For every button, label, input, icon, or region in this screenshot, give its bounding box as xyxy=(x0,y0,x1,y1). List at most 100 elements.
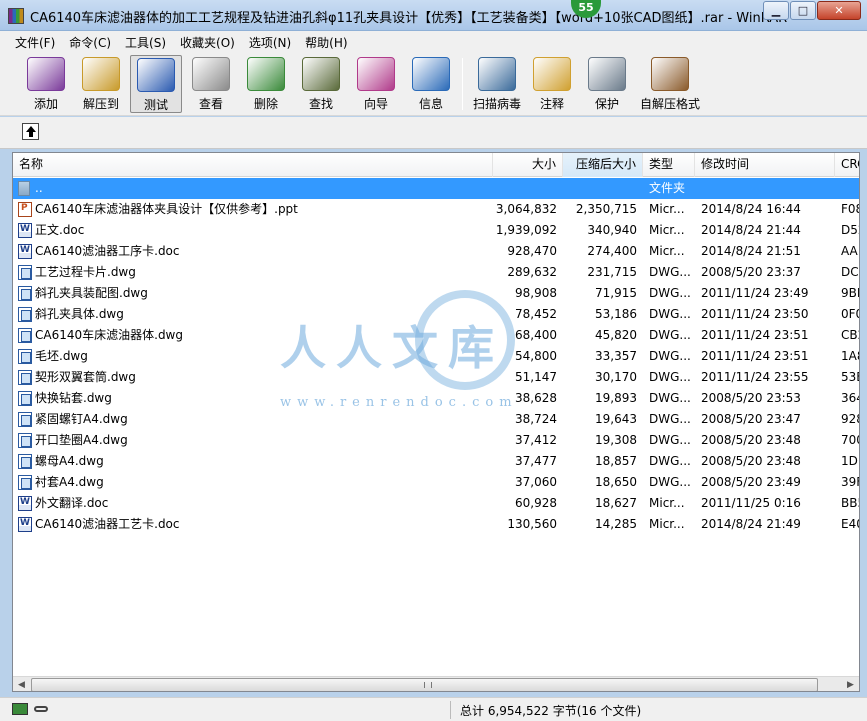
close-button[interactable]: ✕ xyxy=(817,1,861,20)
file-row[interactable]: CA6140滤油器工艺卡.doc 130,560 14,285 Micr... 2014… xyxy=(13,514,859,535)
file-modified: 2008/5/20 23:49 xyxy=(701,475,801,489)
file-row[interactable]: 正文.doc 1,939,092 340,940 Micr... 2014/8/24 2… xyxy=(13,220,859,241)
file-row[interactable]: 契形双翼套筒.dwg 51,147 30,170 DWG... 2011/11/24 2… xyxy=(13,367,859,388)
up-folder-icon[interactable] xyxy=(22,123,39,140)
column-packed-size[interactable]: 压缩后大小 xyxy=(563,153,643,177)
file-modified: 2011/11/25 0:16 xyxy=(701,496,801,510)
folder-icon xyxy=(18,181,30,196)
file-packed-size: 33,357 xyxy=(595,349,637,363)
info-icon xyxy=(412,57,450,91)
file-name: CA6140车床滤油器体夹具设计【仅供参考】.ppt xyxy=(35,202,298,216)
column-crc[interactable]: CRC xyxy=(835,153,859,177)
file-row[interactable]: CA6140车床滤油器体夹具设计【仅供参考】.ppt 3,064,832 2,350… xyxy=(13,199,859,220)
toolbar-button-extract-to[interactable]: 解压到 xyxy=(75,55,127,113)
file-row[interactable]: 外文翻译.doc 60,928 18,627 Micr... 2011/11/25 0:… xyxy=(13,493,859,514)
file-size: 289,632 xyxy=(507,265,557,279)
file-row[interactable]: 斜孔夹具体.dwg 78,452 53,186 DWG... 2011/11/24 23… xyxy=(13,304,859,325)
file-size: 68,400 xyxy=(515,328,557,342)
horizontal-scrollbar[interactable]: ◀ ▶ xyxy=(13,676,859,691)
file-crc: 928 xyxy=(841,412,859,426)
ppt-file-icon xyxy=(18,202,32,217)
file-row[interactable]: CA6140车床滤油器体.dwg 68,400 45,820 DWG... 2011/1… xyxy=(13,325,859,346)
file-row[interactable]: 螺母A4.dwg 37,477 18,857 DWG... 2008/5/20 23:4… xyxy=(13,451,859,472)
doc-file-icon xyxy=(18,517,32,532)
column-modified[interactable]: 修改时间 xyxy=(695,153,835,177)
file-row[interactable]: 快换钻套.dwg 38,628 19,893 DWG... 2008/5/20 23:5… xyxy=(13,388,859,409)
toolbar-button-add-archive[interactable]: 添加 xyxy=(20,55,72,113)
key-icon[interactable] xyxy=(34,706,48,712)
file-name: CA6140滤油器工序卡.doc xyxy=(35,244,180,258)
drive-icon[interactable] xyxy=(12,703,28,715)
file-type: DWG... xyxy=(649,412,691,426)
file-type: Micr... xyxy=(649,223,685,237)
file-name: 紧固螺钉A4.dwg xyxy=(35,412,128,426)
menu-options[interactable]: 选项(N) xyxy=(242,31,298,52)
column-size[interactable]: 大小 xyxy=(493,153,563,177)
column-name[interactable]: 名称 xyxy=(13,153,493,177)
file-packed-size: 19,643 xyxy=(595,412,637,426)
toolbar-button-sfx[interactable]: 自解压格式 xyxy=(636,55,704,113)
file-name: 快换钻套.dwg xyxy=(35,391,112,405)
toolbar-button-label: 测试 xyxy=(143,98,168,112)
toolbar-button-delete[interactable]: 删除 xyxy=(240,55,292,113)
winrar-app-icon[interactable] xyxy=(8,8,24,24)
parent-folder-row[interactable]: .. 文件夹 xyxy=(13,178,859,199)
comment-icon xyxy=(533,57,571,91)
list-header: 名称 大小 压缩后大小 类型 修改时间 CRC xyxy=(13,153,859,177)
file-size: 37,412 xyxy=(515,433,557,447)
file-name: 毛坯.dwg xyxy=(35,349,88,363)
file-row[interactable]: 毛坯.dwg 54,800 33,357 DWG... 2011/11/24 23:51… xyxy=(13,346,859,367)
file-packed-size: 45,820 xyxy=(595,328,637,342)
file-size: 38,724 xyxy=(515,412,557,426)
file-type: DWG... xyxy=(649,391,691,405)
column-type[interactable]: 类型 xyxy=(643,153,695,177)
file-row[interactable]: 衬套A4.dwg 37,060 18,650 DWG... 2008/5/20 23:4… xyxy=(13,472,859,493)
menu-tools[interactable]: 工具(S) xyxy=(118,31,173,52)
toolbar-button-info[interactable]: 信息 xyxy=(405,55,457,113)
file-name: 衬套A4.dwg xyxy=(35,475,104,489)
toolbar-button-test[interactable]: 测试 xyxy=(130,55,182,113)
file-modified: 2011/11/24 23:51 xyxy=(701,349,809,363)
file-modified: 2014/8/24 21:44 xyxy=(701,223,801,237)
file-name: 螺母A4.dwg xyxy=(35,454,104,468)
window-title: CA6140车床滤油器体的加工工艺规程及钻进油孔斜φ11孔夹具设计【优秀】【工艺… xyxy=(30,11,788,26)
toolbar-button-find-binoculars[interactable]: 查找 xyxy=(295,55,347,113)
toolbar-button-virus-scan[interactable]: 扫描病毒 xyxy=(468,55,526,113)
file-crc: 39F xyxy=(841,475,859,489)
title-bar: CA6140车床滤油器体的加工工艺规程及钻进油孔斜φ11孔夹具设计【优秀】【工艺… xyxy=(0,0,867,31)
menu-help[interactable]: 帮助(H) xyxy=(298,31,354,52)
maximize-button[interactable]: □ xyxy=(790,1,816,20)
file-row[interactable]: CA6140滤油器工序卡.doc 928,470 274,400 Micr... 201… xyxy=(13,241,859,262)
extract-to-icon xyxy=(82,57,120,91)
toolbar-button-label: 删除 xyxy=(253,97,278,111)
scroll-thumb[interactable] xyxy=(31,678,818,691)
file-packed-size: 19,308 xyxy=(595,433,637,447)
menu-file[interactable]: 文件(F) xyxy=(8,31,62,52)
menu-favorites[interactable]: 收藏夹(O) xyxy=(173,31,242,52)
file-size: 928,470 xyxy=(507,244,557,258)
scroll-right-icon[interactable]: ▶ xyxy=(842,677,859,691)
scroll-left-icon[interactable]: ◀ xyxy=(13,677,30,691)
file-packed-size: 18,627 xyxy=(595,496,637,510)
virus-scan-icon xyxy=(478,57,516,91)
file-modified: 2008/5/20 23:47 xyxy=(701,412,801,426)
file-type: DWG... xyxy=(649,370,691,384)
toolbar-button-comment[interactable]: 注释 xyxy=(526,55,578,113)
toolbar-button-view-glasses[interactable]: 查看 xyxy=(185,55,237,113)
file-row[interactable]: 斜孔夹具装配图.dwg 98,908 71,915 DWG... 2011/11/24 … xyxy=(13,283,859,304)
file-row[interactable]: 开口垫圈A4.dwg 37,412 19,308 DWG... 2008/5/20 23… xyxy=(13,430,859,451)
status-summary: 总计 6,954,522 字节(16 个文件) xyxy=(460,704,642,718)
scroll-grip-icon xyxy=(424,682,432,688)
toolbar-button-label: 查找 xyxy=(308,97,333,111)
minimize-button[interactable]: ▁ xyxy=(763,1,789,20)
toolbar-button-wizard[interactable]: 向导 xyxy=(350,55,402,113)
file-row[interactable]: 工艺过程卡片.dwg 289,632 231,715 DWG... 2008/5/20 … xyxy=(13,262,859,283)
file-modified: 2014/8/24 16:44 xyxy=(701,202,801,216)
dwg-file-icon xyxy=(18,370,32,385)
toolbar-button-protect-shield[interactable]: 保护 xyxy=(581,55,633,113)
menu-commands[interactable]: 命令(C) xyxy=(62,31,118,52)
file-modified: 2008/5/20 23:37 xyxy=(701,265,801,279)
file-packed-size: 231,715 xyxy=(587,265,637,279)
file-type: Micr... xyxy=(649,202,685,216)
file-row[interactable]: 紧固螺钉A4.dwg 38,724 19,643 DWG... 2008/5/20 23… xyxy=(13,409,859,430)
